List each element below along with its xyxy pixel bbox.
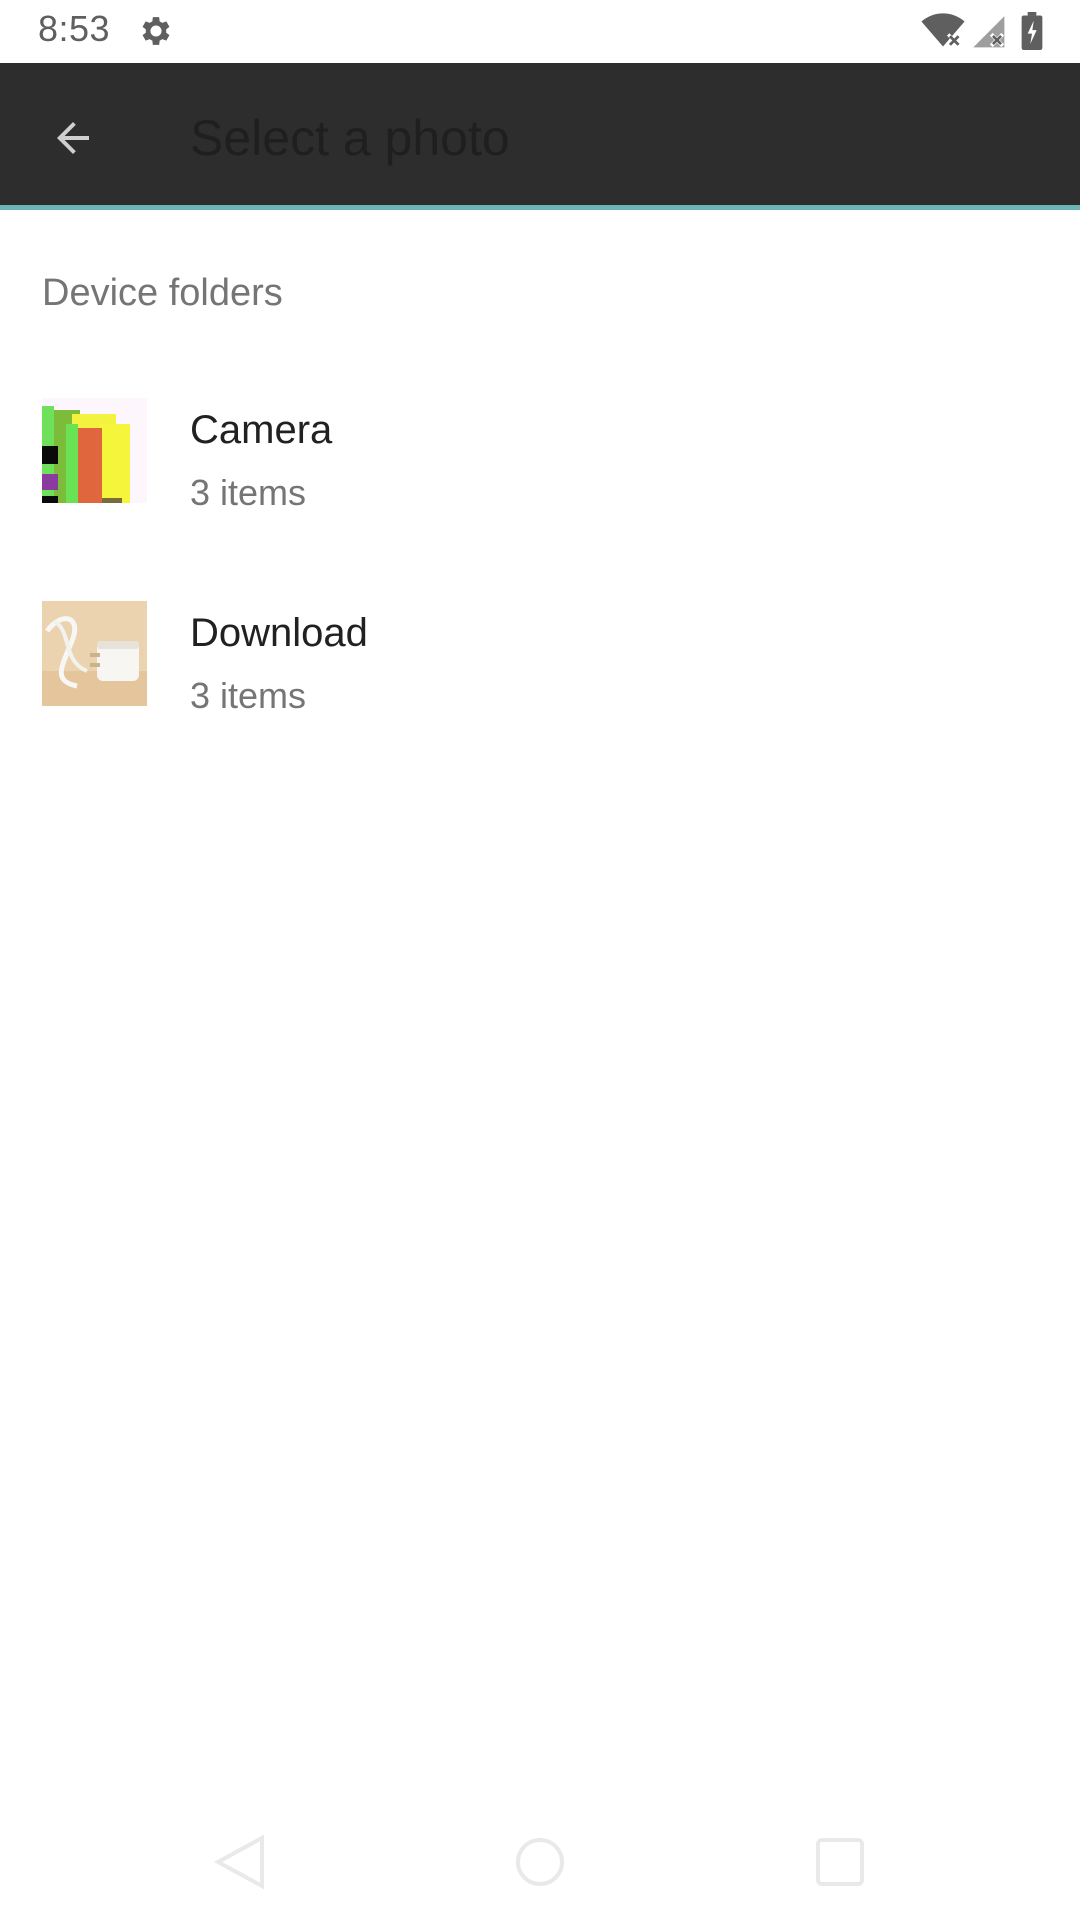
folder-name: Download: [190, 611, 368, 655]
signal-off-icon: [973, 16, 1005, 48]
download-thumbnail-image: [42, 601, 147, 706]
folder-thumbnail: [42, 601, 147, 706]
nav-back-icon[interactable]: [210, 1832, 270, 1892]
battery-charging-icon: [1021, 12, 1043, 50]
wifi-off-icon: [921, 13, 965, 48]
folder-thumbnail: [42, 398, 147, 503]
folder-item-camera[interactable]: Camera 3 items: [0, 390, 1080, 560]
app-bar-accent-line: [0, 205, 1080, 210]
section-header: Device folders: [42, 272, 283, 314]
nav-home-icon[interactable]: [510, 1832, 570, 1892]
folder-item-download[interactable]: Download 3 items: [0, 593, 1080, 763]
status-bar: 8:53: [0, 0, 1080, 63]
app-bar: Select a photo: [0, 63, 1080, 205]
folder-item-count: 3 items: [190, 675, 307, 716]
page-title: Select a photo: [190, 110, 510, 166]
status-time: 8:53: [38, 8, 111, 49]
folder-name: Camera: [190, 408, 333, 452]
arrow-back-icon: [57, 122, 89, 154]
folder-item-count: 3 items: [190, 472, 307, 513]
nav-recents-icon[interactable]: [810, 1832, 870, 1892]
navigation-bar: [0, 1810, 1080, 1920]
gear-icon: [142, 17, 170, 45]
camera-thumbnail-image: [42, 398, 147, 503]
back-button[interactable]: [40, 105, 106, 171]
